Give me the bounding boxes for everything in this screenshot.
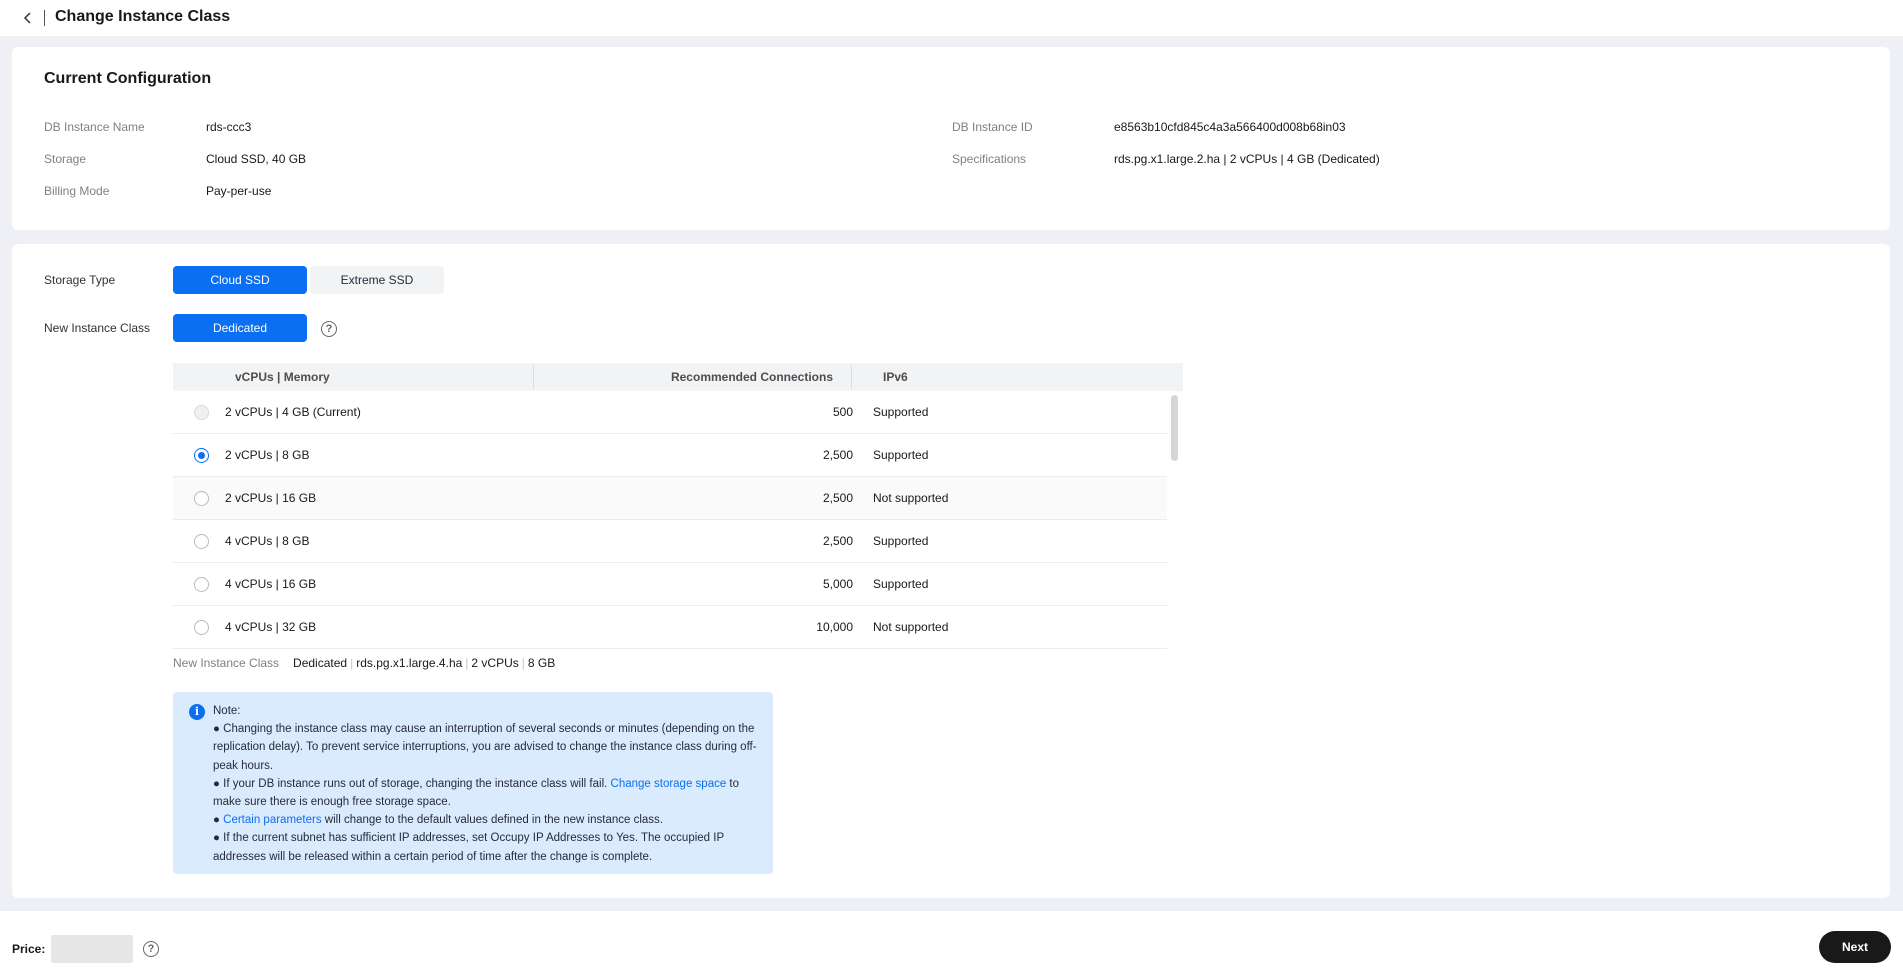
row-ipv6: Supported [873,577,929,591]
certain-parameters-link[interactable]: Certain parameters [223,814,321,826]
header-recommended-connections: Recommended Connections [670,370,833,384]
table-row[interactable]: 4 vCPUs | 16 GB 5,000 Supported [173,563,1167,606]
note-item-ip-addresses: ● If the current subnet has sufficient I… [213,832,724,863]
billing-mode-value: Pay-per-use [206,184,272,198]
top-bar: Change Instance Class [0,0,1903,36]
change-storage-space-link[interactable]: Change storage space [611,778,727,790]
db-instance-id-value: e8563b10cfd845c4a3a566400d008b68in03 [1114,120,1346,134]
db-instance-name-label: DB Instance Name [44,120,145,134]
info-icon: i [189,704,205,720]
row-ipv6: Not supported [873,620,949,634]
row-connections: 5,000 [822,577,853,591]
current-configuration-card: Current Configuration DB Instance Name r… [12,47,1890,230]
row-ipv6: Supported [873,405,929,419]
price-value-masked [51,935,133,963]
db-instance-id-label: DB Instance ID [952,120,1033,134]
summary-separator: | [350,656,354,670]
header-ipv6: IPv6 [883,370,908,384]
note-box: i Note: ● Changing the instance class ma… [173,692,773,874]
next-button[interactable]: Next [1819,931,1891,963]
header-divider [851,365,852,389]
title-divider [44,10,45,26]
billing-mode-label: Billing Mode [44,184,110,198]
summary-separator: | [465,656,469,670]
note-item-storage: ● If your DB instance runs out of storag… [213,775,761,811]
db-instance-name-value: rds-ccc3 [206,120,252,134]
summary-separator: | [521,656,525,670]
new-instance-class-summary: New Instance Class Dedicated | rds.pg.x1… [173,656,555,670]
storage-value: Cloud SSD, 40 GB [206,152,307,166]
specifications-value: rds.pg.x1.large.2.ha | 2 vCPUs | 4 GB (D… [1114,152,1380,166]
table-row[interactable]: 4 vCPUs | 32 GB 10,000 Not supported [173,606,1167,649]
table-row[interactable]: 2 vCPUs | 8 GB 2,500 Supported [173,434,1167,477]
price-label: Price: [12,942,46,956]
question-circle-icon[interactable]: ? [321,321,337,337]
summary-label: New Instance Class [173,656,280,670]
note-item-interruption: ● Changing the instance class may cause … [213,723,757,772]
back-button[interactable] [18,8,38,28]
table-row[interactable]: 2 vCPUs | 4 GB (Current) 500 Supported [173,391,1167,434]
row-connections: 2,500 [822,491,853,505]
summary-vcpus: 2 vCPUs [471,656,519,670]
table-header: vCPUs | Memory Recommended Connections I… [173,363,1183,391]
row-ipv6: Supported [873,448,929,462]
row-connections: 10,000 [816,620,853,634]
row-connections: 500 [832,405,853,419]
table-body: 2 vCPUs | 4 GB (Current) 500 Supported 2… [173,391,1183,649]
table-row[interactable]: 4 vCPUs | 8 GB 2,500 Supported [173,520,1167,563]
current-configuration-title: Current Configuration [44,70,212,87]
specifications-label: Specifications [952,152,1027,166]
note-text: ● [213,814,224,827]
table-scrollbar[interactable] [1171,395,1179,645]
summary-spec-code: rds.pg.x1.large.4.ha [356,656,463,670]
footer-bar: Price: ? Next [0,911,1903,979]
row-ipv6: Not supported [873,491,949,505]
instance-class-dedicated-button[interactable]: Dedicated [173,314,307,342]
row-connections: 2,500 [822,448,853,462]
table-row[interactable]: 2 vCPUs | 16 GB 2,500 Not supported [173,477,1167,520]
note-text: ● If your DB instance runs out of storag… [213,777,611,790]
new-instance-class-label: New Instance Class [44,321,151,335]
table-scrollbar-thumb[interactable] [1171,395,1178,461]
price-question-circle-icon[interactable]: ? [143,941,159,957]
storage-type-extreme-ssd-button[interactable]: Extreme SSD [310,266,444,294]
note-title: Note: [213,705,241,717]
storage-label: Storage [44,152,87,166]
note-item-parameters: ● Certain parameters will change to the … [213,811,761,829]
summary-memory: 8 GB [527,656,556,670]
page-title: Change Instance Class [55,8,231,25]
chevron-left-icon [23,12,31,24]
instance-class-table: vCPUs | Memory Recommended Connections I… [173,363,1183,649]
summary-type: Dedicated [293,656,348,670]
note-text: will change to the default values define… [321,814,663,827]
storage-type-cloud-ssd-button[interactable]: Cloud SSD [173,266,307,294]
row-ipv6: Supported [873,534,929,548]
instance-class-form-card: Storage Type Cloud SSD Extreme SSD New I… [12,244,1890,898]
storage-type-label: Storage Type [44,273,116,287]
row-connections: 2,500 [822,534,853,548]
